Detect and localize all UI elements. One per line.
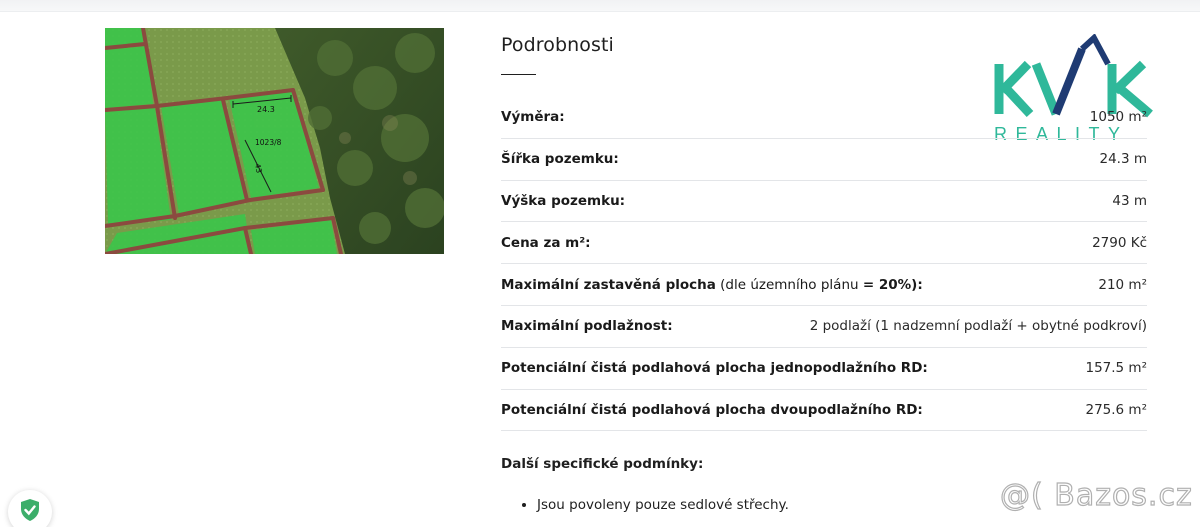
- detail-row-floor-area-1: Potenciální čistá podlahová plocha jedno…: [501, 348, 1147, 390]
- detail-row-floor-area-2: Potenciální čistá podlahová plocha dvoup…: [501, 390, 1147, 432]
- parcel-map-image[interactable]: 24.3 1023/8 43: [105, 28, 444, 254]
- detail-row-built-area: Maximální zastavěná plocha (dle územního…: [501, 264, 1147, 306]
- detail-label: Potenciální čistá podlahová plocha dvoup…: [501, 401, 923, 418]
- detail-label: Výška pozemku:: [501, 192, 626, 209]
- detail-row-width: Šířka pozemku: 24.3 m: [501, 139, 1147, 181]
- detail-value: 24.3 m: [1099, 151, 1147, 168]
- parcel-id-label: 1023/8: [255, 138, 282, 147]
- detail-row-floors: Maximální podlažnost: 2 podlaží (1 nadze…: [501, 306, 1147, 348]
- detail-value: 275.6 m²: [1085, 401, 1147, 418]
- details-heading: Podrobnosti: [501, 34, 614, 56]
- detail-label: Šířka pozemku:: [501, 151, 619, 168]
- top-header-strip: [0, 0, 1200, 12]
- detail-label: Cena za m²:: [501, 234, 591, 251]
- detail-value: 2 podlaží (1 nadzemní podlaží + obytné p…: [809, 318, 1147, 335]
- detail-row-area: Výměra: 1050 m²: [501, 97, 1147, 139]
- detail-row-height: Výška pozemku: 43 m: [501, 181, 1147, 223]
- details-section: Podrobnosti Výměra: 1050 m² Šířka pozemk…: [501, 34, 1147, 513]
- detail-value: 43 m: [1112, 192, 1147, 209]
- extra-conditions-heading: Další specifické podmínky:: [501, 456, 704, 472]
- detail-value: 157.5 m²: [1085, 360, 1147, 377]
- bazos-watermark: @( Bazos.cz: [999, 477, 1193, 513]
- detail-row-price: Cena za m²: 2790 Kč: [501, 222, 1147, 265]
- shield-badge-button[interactable]: [8, 490, 52, 527]
- details-table: Výměra: 1050 m² Šířka pozemku: 24.3 m Vý…: [501, 97, 1147, 432]
- shield-check-icon: [21, 499, 39, 521]
- extra-conditions-list: Jsou povoleny pouze sedlové střechy.: [523, 497, 789, 513]
- detail-label: Výměra:: [501, 109, 565, 126]
- detail-label: Maximální podlažnost:: [501, 318, 673, 335]
- heading-underline: [501, 74, 536, 75]
- parcel-height-label: 43: [253, 163, 264, 174]
- detail-value: 2790 Kč: [1092, 234, 1147, 251]
- parcel-width-label: 24.3: [257, 105, 275, 114]
- detail-value: 210 m²: [1098, 276, 1147, 293]
- detail-label: Maximální zastavěná plocha (dle územního…: [501, 276, 923, 293]
- detail-value: 1050 m²: [1089, 109, 1147, 126]
- list-item: Jsou povoleny pouze sedlové střechy.: [537, 497, 789, 513]
- detail-label: Potenciální čistá podlahová plocha jedno…: [501, 360, 928, 377]
